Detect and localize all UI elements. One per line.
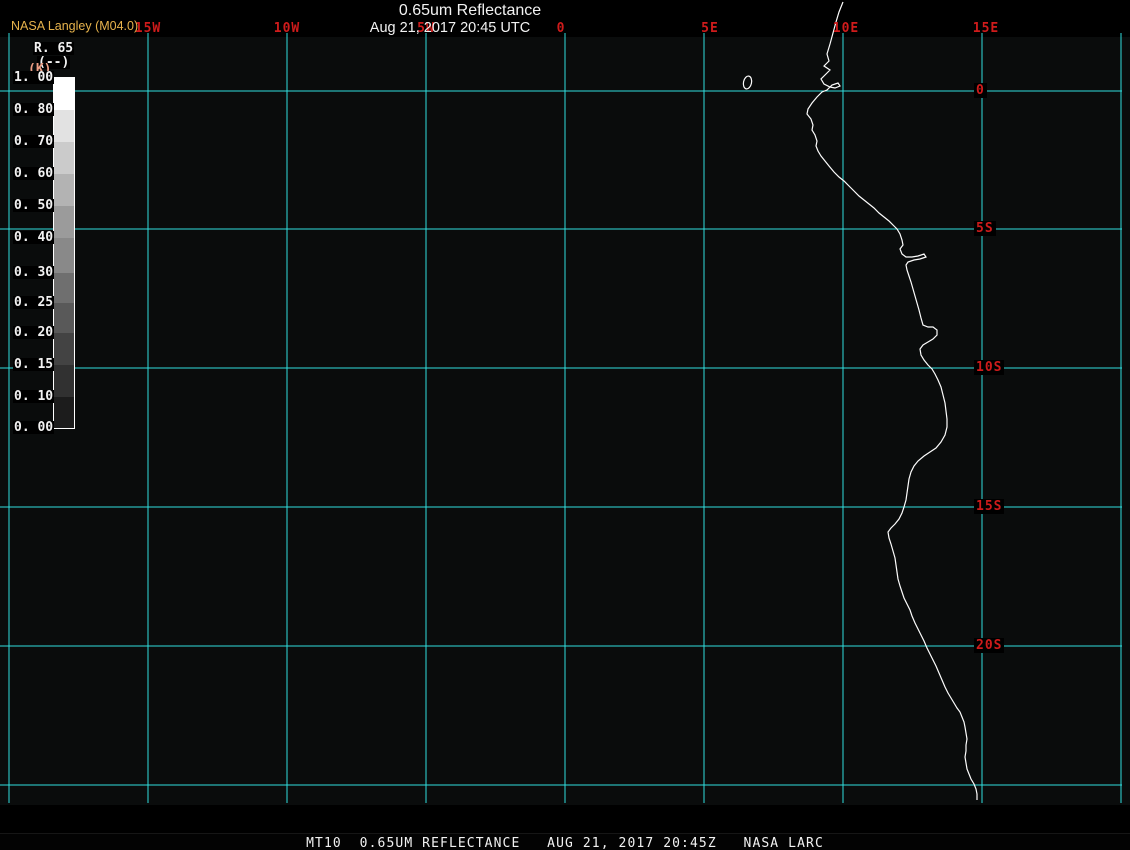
colorbar-tick-label: 0. 25 [13, 295, 55, 310]
latitude-label-10s: 10S [974, 360, 1005, 375]
colorbar-tick-label: 0. 10 [13, 389, 55, 404]
colorbar-tick-label: 0. 60 [13, 166, 55, 181]
longitude-label-15w: 15W [134, 21, 162, 36]
colorbar-segment [54, 365, 74, 397]
credit-label: NASA Langley (M04.0) [11, 19, 139, 33]
latlon-grid [0, 33, 1122, 803]
status-bar: MT10 0.65UM REFLECTANCE AUG 21, 2017 20:… [0, 833, 1130, 850]
map-svg [0, 1, 1122, 803]
longitude-label-15e: 15E [972, 21, 1000, 36]
colorbar-segment [54, 78, 74, 110]
africa-coastline [806, 1, 978, 800]
colorbar-tick-label: 0. 15 [13, 357, 55, 372]
colorbar-tick-label: 0. 80 [13, 102, 55, 117]
colorbar-segment [54, 142, 74, 174]
longitude-label-10w: 10W [273, 21, 301, 36]
satellite-image-viewer: 15W 10W 5W 0 5E 10E 15E 0 5S 10S 15S 20S R. 65 (--)… [0, 0, 1130, 850]
timestamp-label: Aug 21, 2017 20:45 UTC [369, 20, 531, 36]
longitude-label-5e: 5E [701, 21, 719, 36]
colorbar-segment [54, 303, 74, 333]
colorbar-segment [54, 333, 74, 365]
colorbar-segment [54, 397, 74, 428]
colorbar-tick-label: 0. 30 [13, 265, 55, 280]
colorbar-tick-label: 0. 70 [13, 134, 55, 149]
island-outline [742, 75, 753, 90]
longitude-label-10e: 10E [832, 21, 860, 36]
colorbar-tick-label: 0. 50 [13, 198, 55, 213]
legend-title: R. 65 [33, 41, 75, 56]
colorbar-tick-label: 1. 00 [13, 70, 55, 85]
longitude-label-0: 0 [556, 21, 566, 36]
colorbar-tick-label: 0. 20 [13, 325, 55, 340]
latitude-label-15s: 15S [974, 499, 1005, 514]
latitude-label-5s: 5S [974, 221, 996, 236]
colorbar-segment [54, 174, 74, 206]
colorbar [53, 77, 75, 429]
colorbar-segment [54, 206, 74, 238]
colorbar-tick-label: 0. 00 [13, 420, 55, 435]
latitude-label-20s: 20S [974, 638, 1005, 653]
page-title: 0.65um Reflectance [398, 2, 542, 19]
colorbar-tick-label: 0. 40 [13, 230, 55, 245]
coastline-group [742, 1, 978, 800]
status-text: MT10 0.65UM REFLECTANCE AUG 21, 2017 20:… [306, 836, 824, 850]
colorbar-segment [54, 273, 74, 303]
colorbar-segment [54, 110, 74, 142]
latitude-label-0: 0 [974, 83, 987, 98]
colorbar-segment [54, 238, 74, 273]
